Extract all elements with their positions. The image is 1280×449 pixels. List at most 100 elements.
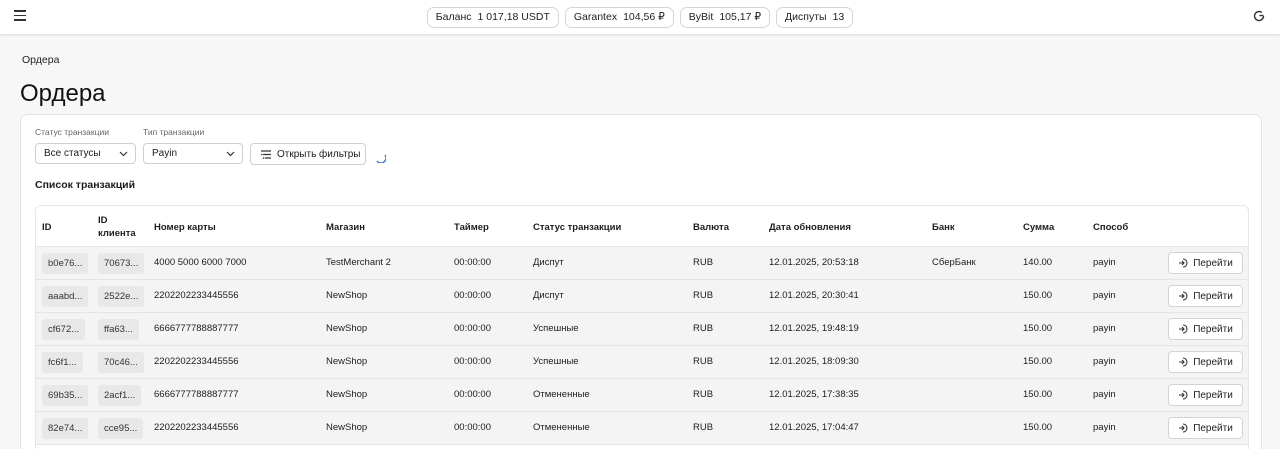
client-id[interactable]: 70673... bbox=[98, 253, 145, 274]
go-button[interactable]: Перейти bbox=[1168, 417, 1243, 439]
balance-chip: Баланс 1 017,18 USDT bbox=[426, 6, 559, 28]
go-label: Перейти bbox=[1193, 290, 1233, 302]
col-client-id: ID клиента bbox=[98, 214, 136, 240]
client-id[interactable]: 70c46... bbox=[98, 352, 144, 373]
amount: 150.00 bbox=[1023, 290, 1053, 301]
card-number: 2202202233445556 bbox=[154, 356, 239, 367]
chevron-down-icon bbox=[226, 151, 235, 157]
col-id: ID bbox=[42, 222, 52, 233]
go-button[interactable]: Перейти bbox=[1168, 384, 1243, 406]
status-select-value: Все статусы bbox=[44, 148, 101, 159]
col-client-id-line2: клиента bbox=[98, 228, 136, 239]
col-status: Статус транзакции bbox=[533, 222, 622, 233]
garantex-label: Garantex bbox=[573, 11, 618, 23]
open-filters-button[interactable]: Открыть фильтры bbox=[250, 143, 366, 165]
col-client-id-line1: ID bbox=[98, 215, 108, 226]
updated-at: 12.01.2025, 19:48:19 bbox=[769, 323, 859, 334]
orders-card: Статус транзакции Тип транзакции Все ста… bbox=[20, 114, 1262, 449]
amount: 150.00 bbox=[1023, 356, 1053, 367]
currency: RUB bbox=[693, 323, 714, 334]
disputes-chip[interactable]: Диспуты 13 bbox=[776, 6, 854, 28]
order-id[interactable]: cf672... bbox=[42, 319, 86, 340]
col-bank: Банк bbox=[932, 222, 955, 233]
currency: RUB bbox=[693, 422, 714, 433]
type-select-value: Payin bbox=[152, 148, 178, 159]
card-number: 6666777788887777 bbox=[154, 389, 239, 400]
client-id[interactable]: ffa63... bbox=[98, 319, 139, 340]
client-id[interactable]: cce95... bbox=[98, 418, 144, 439]
card-number: 2202202233445556 bbox=[154, 290, 239, 301]
method: payin bbox=[1093, 290, 1116, 301]
currency: RUB bbox=[693, 290, 714, 301]
order-id[interactable]: 82e74... bbox=[42, 418, 89, 439]
login-arrow-icon bbox=[1179, 324, 1188, 334]
bybit-value: 105,17 ₽ bbox=[719, 11, 762, 23]
disputes-label: Диспуты bbox=[785, 11, 827, 23]
col-timer: Таймер bbox=[454, 222, 489, 233]
method: payin bbox=[1093, 389, 1116, 400]
go-button[interactable]: Перейти bbox=[1168, 318, 1243, 340]
login-arrow-icon bbox=[1179, 258, 1188, 268]
amount: 150.00 bbox=[1023, 323, 1053, 334]
updated-at: 12.01.2025, 17:04:47 bbox=[769, 422, 859, 433]
card-number: 4000 5000 6000 7000 bbox=[154, 257, 247, 268]
status: Успешные bbox=[533, 356, 579, 367]
bybit-label: ByBit bbox=[688, 11, 714, 23]
col-method: Способ bbox=[1093, 222, 1129, 233]
table-row: aaabd... 2522e... 2202202233445556 NewSh… bbox=[36, 280, 1248, 313]
timer: 00:00:00 bbox=[454, 356, 491, 367]
method: payin bbox=[1093, 257, 1116, 268]
client-id[interactable]: 2522e... bbox=[98, 286, 145, 307]
order-id[interactable]: 69b35... bbox=[42, 385, 89, 406]
shop: NewShop bbox=[326, 290, 368, 301]
order-id[interactable]: aaabd... bbox=[42, 286, 89, 307]
updated-at: 12.01.2025, 20:53:18 bbox=[769, 257, 859, 268]
go-label: Перейти bbox=[1193, 356, 1233, 368]
table-row: 82e74... cce95... 2202202233445556 NewSh… bbox=[36, 412, 1248, 445]
table-row: b0e76... 70673... 4000 5000 6000 7000 Te… bbox=[36, 247, 1248, 280]
go-button[interactable]: Перейти bbox=[1168, 252, 1243, 274]
chevron-down-icon bbox=[119, 151, 128, 157]
go-button[interactable]: Перейти bbox=[1168, 351, 1243, 373]
card-number: 2202202233445556 bbox=[154, 422, 239, 433]
currency: RUB bbox=[693, 356, 714, 367]
top-bar: Баланс 1 017,18 USDT Garantex 104,56 ₽ ByB… bbox=[0, 0, 1280, 34]
bybit-chip: ByBit 105,17 ₽ bbox=[679, 6, 771, 28]
breadcrumb[interactable]: Ордера bbox=[22, 54, 59, 66]
shop: NewShop bbox=[326, 323, 368, 334]
go-label: Перейти bbox=[1193, 323, 1233, 335]
status-select[interactable]: Все статусы bbox=[35, 143, 136, 164]
refresh-icon[interactable] bbox=[1252, 9, 1266, 23]
go-button[interactable]: Перейти bbox=[1168, 285, 1243, 307]
disputes-value: 13 bbox=[832, 11, 845, 23]
menu-icon[interactable] bbox=[14, 10, 26, 22]
balance-label: Баланс bbox=[435, 11, 472, 23]
col-amount: Сумма bbox=[1023, 222, 1055, 233]
client-id[interactable]: 2acf1... bbox=[98, 385, 142, 406]
login-arrow-icon bbox=[1179, 357, 1188, 367]
bank: СберБанк bbox=[932, 257, 976, 268]
garantex-value: 104,56 ₽ bbox=[623, 11, 665, 23]
timer: 00:00:00 bbox=[454, 257, 491, 268]
col-currency: Валюта bbox=[693, 222, 729, 233]
shop: NewShop bbox=[326, 356, 368, 367]
loading-spinner-icon bbox=[376, 154, 386, 163]
amount: 140.00 bbox=[1023, 257, 1053, 268]
amount: 150.00 bbox=[1023, 389, 1053, 400]
table-row: cf672... ffa63... 6666777788887777 NewSh… bbox=[36, 313, 1248, 346]
table-row: fc6f1... 70c46... 2202202233445556 NewSh… bbox=[36, 346, 1248, 379]
balance-value: 1 017,18 USDT bbox=[477, 11, 550, 23]
col-updated: Дата обновления bbox=[769, 222, 851, 233]
status: Отмененные bbox=[533, 422, 590, 433]
order-id[interactable]: b0e76... bbox=[42, 253, 89, 274]
order-id[interactable]: fc6f1... bbox=[42, 352, 83, 373]
shop: NewShop bbox=[326, 389, 368, 400]
timer: 00:00:00 bbox=[454, 323, 491, 334]
go-label: Перейти bbox=[1193, 422, 1233, 434]
open-filters-label: Открыть фильтры bbox=[277, 148, 361, 160]
go-label: Перейти bbox=[1193, 389, 1233, 401]
timer: 00:00:00 bbox=[454, 422, 491, 433]
type-select[interactable]: Payin bbox=[143, 143, 243, 164]
timer: 00:00:00 bbox=[454, 290, 491, 301]
currency: RUB bbox=[693, 389, 714, 400]
